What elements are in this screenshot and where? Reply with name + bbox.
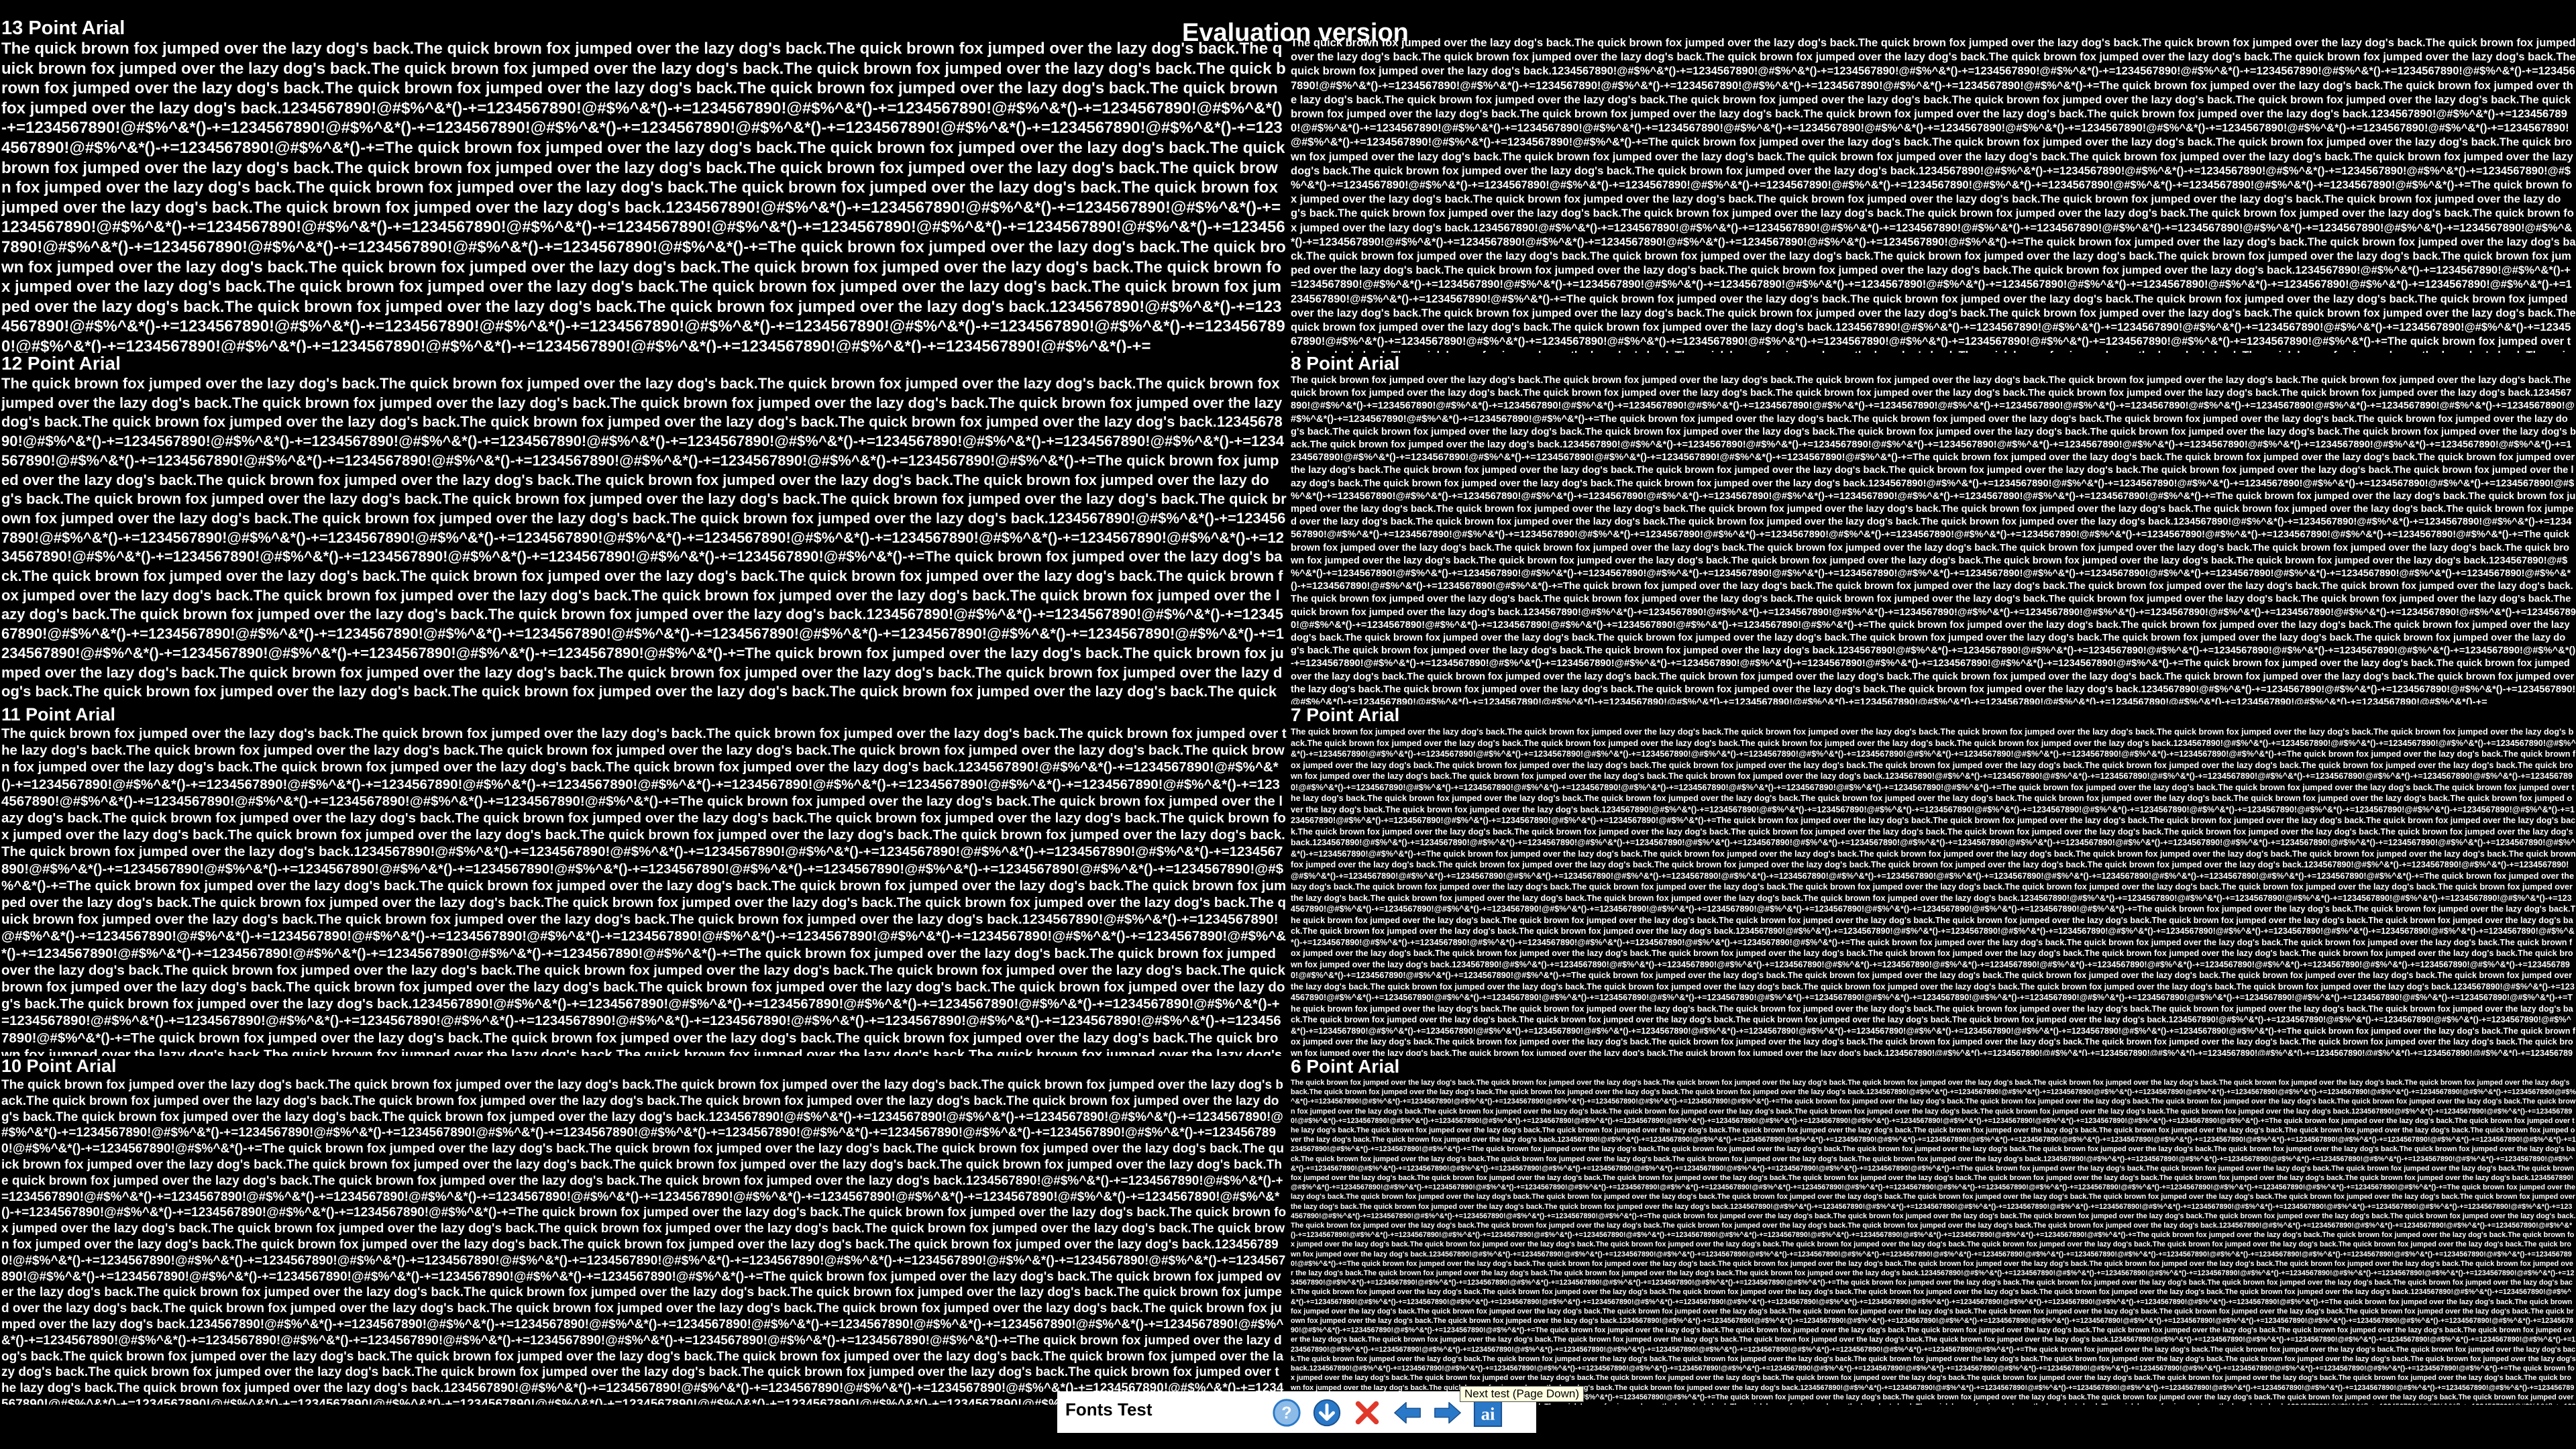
sample-text-13pt: The quick brown fox jumped over the lazy… (1, 40, 1286, 353)
panel-12pt: 12 Point Arial The quick brown fox jumpe… (0, 353, 1287, 704)
next-test-tooltip: Next test (Page Down) (1460, 1386, 1585, 1402)
down-arrow-icon (1313, 1399, 1341, 1427)
sample-text-7pt: The quick brown fox jumped over the lazy… (1291, 727, 2576, 1056)
panel-heading: 10 Point Arial (1, 1056, 117, 1076)
panel-7pt: 7 Point Arial The quick brown fox jumped… (1289, 704, 2576, 1056)
panel-13pt: 13 Point Arial The quick brown fox jumpe… (0, 17, 1287, 353)
panel-6pt: 6 Point Arial The quick brown fox jumped… (1289, 1056, 2576, 1405)
panel-9pt: The quick brown fox jumped over the lazy… (1289, 36, 2576, 353)
sample-text-8pt: The quick brown fox jumped over the lazy… (1291, 375, 2576, 704)
panel-11pt: 11 Point Arial The quick brown fox jumpe… (0, 704, 1287, 1056)
help-icon: ? (1273, 1399, 1301, 1427)
sample-text-11pt: The quick brown fox jumped over the lazy… (1, 726, 1287, 1056)
forward-button[interactable] (1432, 1397, 1464, 1429)
next-test-button[interactable] (1311, 1397, 1343, 1429)
close-icon (1355, 1401, 1379, 1425)
back-arrow-icon (1394, 1401, 1421, 1424)
panel-heading: 8 Point Arial (1291, 353, 1400, 374)
evaluation-watermark: Evaluation version (1182, 19, 1409, 47)
panel-heading: 11 Point Arial (1, 704, 116, 724)
toolbar-title: Fonts Test (1065, 1399, 1152, 1419)
svg-text:?: ? (1281, 1404, 1291, 1423)
sample-text-9pt: The quick brown fox jumped over the lazy… (1291, 37, 2576, 353)
panel-heading: 6 Point Arial (1291, 1056, 1400, 1077)
panel-heading: 7 Point Arial (1291, 704, 1400, 725)
forward-arrow-icon (1434, 1401, 1461, 1424)
panel-heading: 13 Point Arial (1, 17, 125, 39)
panel-8pt: 8 Point Arial The quick brown fox jumped… (1289, 353, 2576, 704)
previous-button[interactable] (1391, 1397, 1424, 1429)
panel-10pt: 10 Point Arial The quick brown fox jumpe… (0, 1056, 1287, 1405)
sample-text-10pt: The quick brown fox jumped over the lazy… (1, 1078, 1287, 1405)
sample-text-6pt: The quick brown fox jumped over the lazy… (1291, 1079, 2576, 1405)
close-button[interactable] (1351, 1397, 1383, 1429)
help-button[interactable]: ? (1271, 1397, 1303, 1429)
panel-heading: 12 Point Arial (1, 353, 121, 374)
fonts-test-screen: Evaluation version 13 Point Arial The qu… (0, 0, 2576, 1449)
sample-text-12pt: The quick brown fox jumped over the lazy… (1, 375, 1287, 704)
svg-text:ai: ai (1481, 1404, 1495, 1424)
